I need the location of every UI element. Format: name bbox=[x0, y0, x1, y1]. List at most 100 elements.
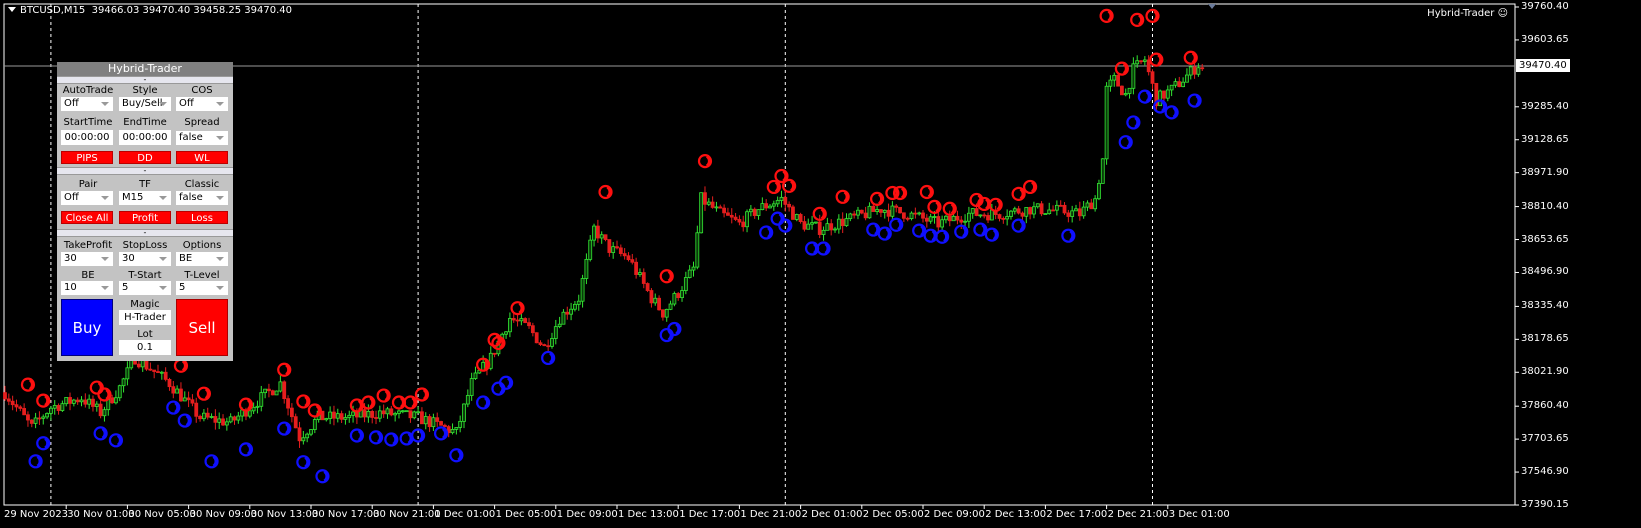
candle-body bbox=[913, 212, 918, 215]
tlevel-dropdown[interactable]: 5 bbox=[176, 281, 228, 295]
candle-body bbox=[997, 214, 1002, 219]
candle-body bbox=[787, 203, 792, 208]
takeprofit-dropdown[interactable]: 30 bbox=[61, 252, 113, 266]
candle-body bbox=[163, 371, 168, 380]
candle-body bbox=[695, 232, 700, 268]
candle-body bbox=[267, 388, 271, 392]
candle-body bbox=[22, 408, 27, 416]
candle-body bbox=[144, 359, 149, 370]
candle-body bbox=[844, 218, 849, 227]
candle-body bbox=[1150, 71, 1155, 84]
price-chart[interactable] bbox=[0, 0, 1641, 528]
candle-body bbox=[504, 331, 508, 335]
tstart-value: 5 bbox=[122, 282, 129, 293]
pips-button[interactable]: PIPS bbox=[61, 151, 113, 164]
ea-name: Hybrid-Trader bbox=[1427, 8, 1495, 19]
candle-body bbox=[156, 371, 160, 374]
candle bbox=[1158, 89, 1163, 107]
candle-body bbox=[1077, 208, 1082, 217]
candle-body bbox=[683, 277, 688, 291]
magic-input[interactable]: H-Trader bbox=[119, 310, 171, 325]
profit-button[interactable]: Profit bbox=[119, 211, 171, 224]
candle bbox=[534, 332, 539, 344]
dropdown-triangle-icon[interactable] bbox=[8, 7, 16, 12]
candle-body bbox=[351, 411, 355, 416]
price-axis-label: 38971.90 bbox=[1521, 166, 1569, 178]
candle-body bbox=[286, 398, 290, 409]
section-collapse-1[interactable]: - bbox=[57, 76, 233, 84]
stoploss-dropdown[interactable]: 30 bbox=[119, 252, 171, 266]
section-collapse-2[interactable]: - bbox=[57, 167, 233, 175]
candle-body bbox=[1116, 74, 1120, 87]
candle-body bbox=[152, 369, 157, 372]
time-axis-label: 1 Dec 09:00 bbox=[556, 509, 618, 520]
candle-body bbox=[136, 363, 141, 368]
candle-body bbox=[1173, 81, 1178, 86]
candle-body bbox=[408, 410, 413, 419]
candle bbox=[412, 410, 417, 420]
candle-body bbox=[1093, 198, 1098, 210]
candle-body bbox=[381, 410, 386, 415]
wl-button[interactable]: WL bbox=[176, 151, 228, 164]
candle-body bbox=[1089, 202, 1094, 210]
candle-body bbox=[377, 410, 382, 419]
tf-dropdown[interactable]: M15 bbox=[119, 191, 171, 205]
candle-body bbox=[630, 259, 635, 263]
loss-button[interactable]: Loss bbox=[176, 211, 228, 224]
endtime-input[interactable]: 00:00:00 bbox=[119, 130, 171, 145]
style-label: Style bbox=[132, 85, 158, 96]
candle-body bbox=[1020, 212, 1025, 217]
candle-body bbox=[1192, 66, 1197, 75]
cos-dropdown[interactable]: Off bbox=[176, 97, 228, 111]
autotrade-dropdown[interactable]: Off bbox=[61, 97, 113, 111]
candle-body bbox=[274, 390, 279, 396]
candle-body bbox=[397, 410, 401, 414]
tstart-dropdown[interactable]: 5 bbox=[119, 281, 171, 295]
candle-body bbox=[14, 404, 19, 408]
buy-button[interactable]: Buy bbox=[61, 299, 113, 356]
candle-body bbox=[856, 209, 860, 216]
dd-button[interactable]: DD bbox=[119, 151, 171, 164]
candle-body bbox=[6, 398, 11, 402]
candle-body bbox=[1016, 208, 1021, 214]
candle-body bbox=[224, 421, 229, 426]
price-axis-label: 38653.65 bbox=[1521, 233, 1569, 245]
sell-button[interactable]: Sell bbox=[176, 299, 228, 356]
candle-body bbox=[909, 212, 914, 220]
pair-dropdown[interactable]: Off bbox=[61, 191, 113, 205]
candle-body bbox=[431, 417, 436, 428]
candle-body bbox=[886, 209, 891, 217]
autotrade-label: AutoTrade bbox=[62, 85, 114, 96]
section-collapse-3[interactable]: - bbox=[57, 229, 233, 237]
candle-body bbox=[676, 293, 681, 298]
candle-body bbox=[1165, 89, 1170, 99]
candle bbox=[898, 206, 902, 214]
starttime-input[interactable]: 00:00:00 bbox=[61, 130, 113, 145]
candle-body bbox=[148, 368, 153, 371]
time-axis-label: 2 Dec 01:00 bbox=[801, 509, 863, 520]
candle-body bbox=[921, 212, 925, 219]
candle-body bbox=[33, 417, 38, 424]
candle-body bbox=[263, 388, 268, 394]
panel-title[interactable]: Hybrid-Trader bbox=[57, 62, 233, 76]
candle-body bbox=[932, 216, 937, 218]
candle-body bbox=[1142, 59, 1147, 62]
candle-body bbox=[94, 403, 99, 407]
candle-body bbox=[840, 218, 845, 227]
candle-body bbox=[768, 205, 772, 209]
candle-body bbox=[309, 429, 313, 435]
style-dropdown[interactable]: Buy/Sell bbox=[119, 97, 171, 111]
spread-dropdown[interactable]: false bbox=[176, 131, 228, 145]
classic-dropdown[interactable]: false bbox=[176, 191, 228, 205]
candle-body bbox=[507, 318, 512, 333]
candle-body bbox=[370, 410, 375, 418]
candle-body bbox=[550, 338, 554, 347]
close-all-button[interactable]: Close All bbox=[61, 211, 113, 224]
candle-body bbox=[492, 352, 497, 355]
candle-body bbox=[967, 212, 971, 222]
be-dropdown[interactable]: 10 bbox=[61, 281, 113, 295]
candle-body bbox=[389, 408, 394, 416]
lot-input[interactable]: 0.1 bbox=[119, 340, 171, 355]
options-dropdown[interactable]: BE bbox=[176, 252, 228, 266]
candle-body bbox=[1043, 213, 1048, 215]
